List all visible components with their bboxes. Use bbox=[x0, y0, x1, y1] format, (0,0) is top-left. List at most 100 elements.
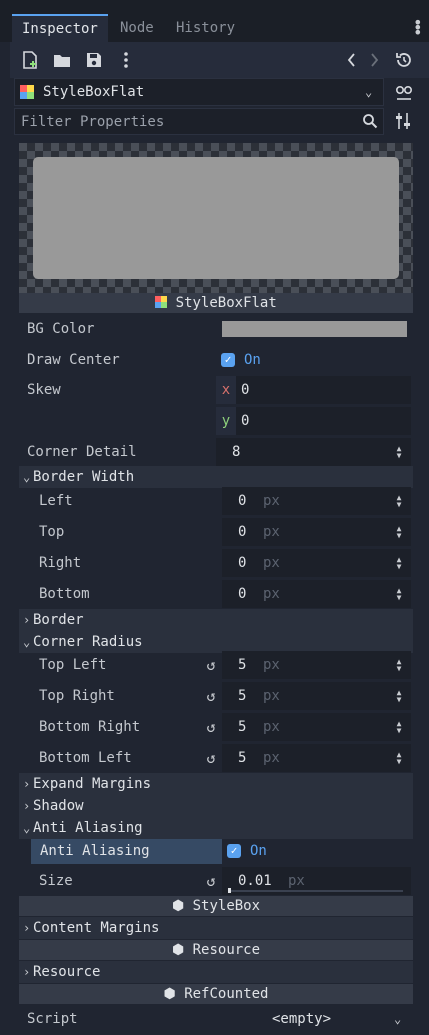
dock-menu-icon[interactable]: • • • bbox=[413, 15, 423, 41]
border-width-unit-0: px bbox=[263, 493, 280, 509]
history-forward-icon[interactable] bbox=[364, 50, 384, 70]
border-width-spinbox-2[interactable]: 0 px ▲ ▼ bbox=[222, 549, 411, 577]
dock-tab-bar: Inspector Node History • • • bbox=[0, 0, 429, 42]
skew-x-field[interactable]: x 0 bbox=[216, 376, 411, 404]
revert-icon[interactable]: ↺ bbox=[203, 750, 219, 766]
border-width-unit-2: px bbox=[263, 555, 280, 571]
tab-inspector[interactable]: Inspector bbox=[12, 14, 108, 42]
section-corner-radius[interactable]: ⌄ Corner Radius bbox=[19, 631, 413, 653]
tab-node[interactable]: Node bbox=[120, 14, 154, 42]
anti-aliasing-checkbox[interactable]: ✓ bbox=[227, 844, 241, 858]
filter-settings-icon[interactable] bbox=[395, 112, 411, 130]
bg-color-swatch[interactable] bbox=[222, 321, 407, 337]
border-width-spinbox-3[interactable]: 0 px ▲ ▼ bbox=[222, 580, 411, 608]
script-picker[interactable]: <empty> ⌄ bbox=[222, 1006, 411, 1032]
corner-radius-unit-2: px bbox=[263, 719, 280, 735]
more-options-icon[interactable] bbox=[116, 50, 136, 70]
corner-radius-unit-3: px bbox=[263, 750, 280, 766]
class-header-title: RefCounted bbox=[184, 986, 269, 1002]
chevron-right-icon: › bbox=[23, 613, 31, 627]
resource-picker-value: StyleBoxFlat bbox=[43, 84, 145, 100]
section-expand-margins[interactable]: › Expand Margins bbox=[19, 773, 413, 795]
revert-icon[interactable]: ↺ bbox=[203, 719, 219, 735]
revert-icon[interactable]: ↺ bbox=[203, 873, 219, 889]
border-width-spinbox-0[interactable]: 0 px ▲ ▼ bbox=[222, 487, 411, 515]
corner-detail-spinbox[interactable]: 8 ▲ ▼ bbox=[216, 438, 411, 466]
section-title: Anti Aliasing bbox=[33, 820, 143, 836]
section-border[interactable]: › Border bbox=[19, 609, 413, 631]
border-width-value-3: 0 bbox=[238, 586, 247, 602]
chevron-right-icon: › bbox=[23, 777, 31, 791]
corner-radius-label-0: Top Left bbox=[39, 657, 107, 673]
stylebox-preview-fill bbox=[33, 157, 399, 279]
object-properties-icon[interactable] bbox=[393, 82, 415, 104]
skew-x-axis-label: x bbox=[216, 376, 236, 404]
border-width-label-3: Bottom bbox=[39, 586, 90, 602]
spin-arrows-icon[interactable]: ▲ ▼ bbox=[394, 689, 404, 704]
chevron-down-icon: ⌄ bbox=[23, 635, 31, 649]
skew-y-value: 0 bbox=[241, 413, 250, 429]
revert-icon[interactable]: ↺ bbox=[203, 657, 219, 673]
section-border-width[interactable]: ⌄ Border Width bbox=[19, 466, 413, 488]
inspector-toolbar bbox=[10, 42, 429, 78]
draw-center-checkbox[interactable]: ✓ bbox=[221, 353, 235, 367]
revert-icon[interactable]: ↺ bbox=[203, 688, 219, 704]
save-icon[interactable] bbox=[84, 50, 104, 70]
anti-aliasing-row-highlight: Anti Aliasing bbox=[31, 839, 222, 864]
stylebox-flat-icon bbox=[155, 296, 168, 308]
filter-properties-input[interactable]: Filter Properties bbox=[14, 108, 384, 135]
open-folder-icon[interactable] bbox=[52, 50, 72, 70]
stylebox-flat-icon bbox=[20, 85, 34, 99]
resource-picker[interactable]: StyleBoxFlat ⌄ bbox=[14, 78, 384, 106]
section-content-margins[interactable]: › Content Margins bbox=[19, 917, 413, 939]
corner-radius-unit-0: px bbox=[263, 657, 280, 673]
tab-history[interactable]: History bbox=[176, 14, 235, 42]
corner-radius-label-1: Top Right bbox=[39, 688, 115, 704]
chevron-down-icon: ⌄ bbox=[394, 1012, 402, 1026]
spin-arrows-icon[interactable]: ▲ ▼ bbox=[394, 658, 404, 673]
border-width-spinbox-1[interactable]: 0 px ▲ ▼ bbox=[222, 518, 411, 546]
size-slider-track[interactable] bbox=[228, 890, 403, 892]
history-back-icon[interactable] bbox=[342, 50, 362, 70]
corner-radius-unit-1: px bbox=[263, 688, 280, 704]
section-title: Border bbox=[33, 612, 84, 628]
corner-radius-value-1: 5 bbox=[238, 688, 247, 704]
corner-radius-spinbox-1[interactable]: 5 px ▲ ▼ bbox=[222, 682, 411, 710]
spin-arrows-icon[interactable]: ▲ ▼ bbox=[394, 751, 404, 766]
spin-arrows-icon[interactable]: ▲ ▼ bbox=[394, 525, 404, 540]
spin-arrows-icon[interactable]: ▲ ▼ bbox=[394, 556, 404, 571]
border-width-label-2: Right bbox=[39, 555, 82, 571]
section-resource[interactable]: › Resource bbox=[19, 961, 413, 983]
filter-placeholder: Filter Properties bbox=[21, 114, 165, 130]
skew-label: Skew bbox=[27, 382, 61, 398]
size-slider-field[interactable]: 0.01 px bbox=[222, 867, 411, 895]
new-resource-icon[interactable] bbox=[20, 50, 40, 70]
stylebox-preview bbox=[19, 143, 413, 293]
class-header-styleboxflat: StyleBoxFlat bbox=[19, 293, 413, 313]
border-width-value-2: 0 bbox=[238, 555, 247, 571]
section-shadow[interactable]: › Shadow bbox=[19, 795, 413, 817]
corner-radius-value-3: 5 bbox=[238, 750, 247, 766]
corner-radius-value-0: 5 bbox=[238, 657, 247, 673]
size-label: Size bbox=[39, 873, 73, 889]
section-anti-aliasing[interactable]: ⌄ Anti Aliasing bbox=[19, 817, 413, 839]
chevron-down-icon: ⌄ bbox=[23, 821, 31, 835]
spin-arrows-icon[interactable]: ▲ ▼ bbox=[394, 587, 404, 602]
chevron-right-icon: › bbox=[23, 921, 31, 935]
spin-arrows-icon[interactable]: ▲ ▼ bbox=[394, 720, 404, 735]
spin-arrows-icon[interactable]: ▲ ▼ bbox=[394, 494, 404, 509]
section-title: Border Width bbox=[33, 469, 135, 485]
corner-radius-spinbox-0[interactable]: 5 px ▲ ▼ bbox=[222, 651, 411, 679]
size-slider-grabber[interactable] bbox=[228, 888, 231, 893]
corner-radius-spinbox-3[interactable]: 5 px ▲ ▼ bbox=[222, 744, 411, 772]
corner-detail-value: 8 bbox=[232, 444, 241, 460]
corner-radius-label-2: Bottom Right bbox=[39, 719, 141, 735]
corner-radius-spinbox-2[interactable]: 5 px ▲ ▼ bbox=[222, 713, 411, 741]
recent-history-icon[interactable] bbox=[394, 50, 414, 70]
skew-y-field[interactable]: y 0 bbox=[216, 407, 411, 435]
spin-arrows-icon[interactable]: ▲ ▼ bbox=[394, 445, 404, 460]
section-title: Corner Radius bbox=[33, 634, 143, 650]
border-width-unit-3: px bbox=[263, 586, 280, 602]
section-title: Resource bbox=[33, 964, 101, 980]
border-width-value-1: 0 bbox=[238, 524, 247, 540]
